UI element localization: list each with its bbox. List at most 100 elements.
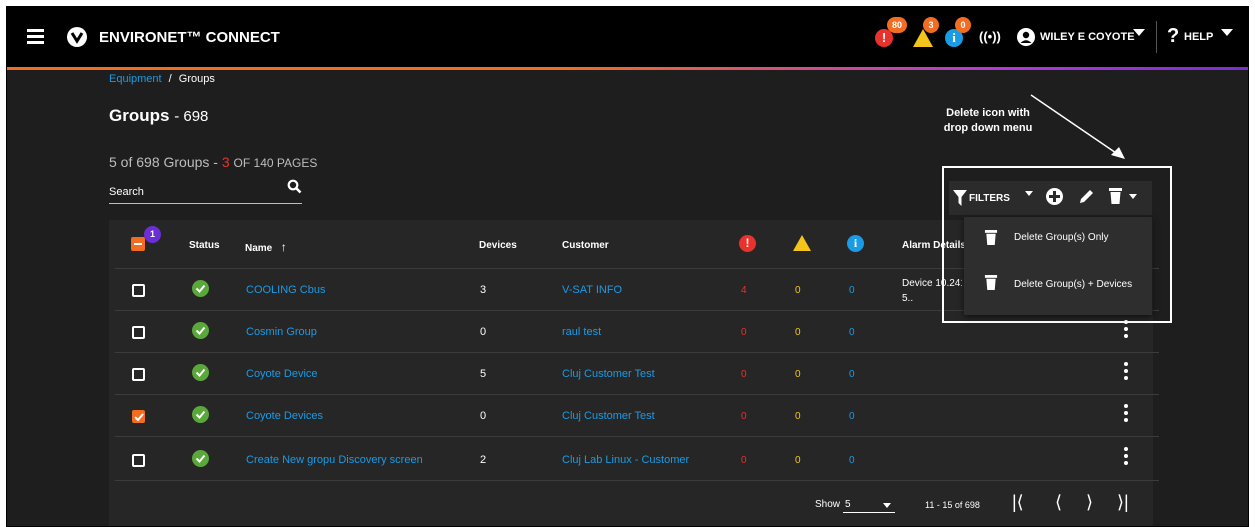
delete-menu-item-groups-and-devices[interactable]: Delete Group(s) + Devices [964, 268, 1152, 308]
help-label[interactable]: HELP [1184, 31, 1213, 43]
row-critical-count[interactable]: 0 [741, 369, 747, 380]
last-page-icon[interactable]: ⟩| [1117, 492, 1129, 513]
row-devices: 3 [480, 284, 487, 296]
filter-icon[interactable] [953, 190, 967, 206]
row-name-link[interactable]: Coyote Device [246, 368, 318, 380]
row-customer-link[interactable]: Cluj Customer Test [562, 368, 655, 380]
row-name-link[interactable]: Cosmin Group [246, 326, 317, 338]
header-devices: Devices [479, 240, 517, 251]
status-ok-icon [192, 450, 209, 467]
pagination-show-label: Show [815, 499, 841, 510]
row-name-link[interactable]: Coyote Devices [246, 410, 323, 422]
row-devices: 0 [480, 410, 487, 422]
row-name-link[interactable]: COOLING Cbus [246, 284, 325, 296]
header-customer: Customer [562, 240, 609, 251]
help-question-icon[interactable]: ? [1167, 25, 1179, 48]
header-name-label: Name [245, 243, 273, 254]
row-customer-link[interactable]: V-SAT INFO [562, 284, 622, 296]
row-divider [115, 352, 1159, 353]
edit-pencil-icon[interactable] [1078, 188, 1095, 205]
next-page-icon[interactable]: ⟩ [1086, 492, 1093, 513]
search-icon[interactable] [287, 179, 302, 194]
selected-count-badge: 1 [144, 226, 161, 243]
row-divider [115, 436, 1159, 437]
user-dropdown-chevron-icon[interactable] [1133, 29, 1145, 36]
add-icon[interactable] [1046, 188, 1063, 205]
row-critical-count[interactable]: 4 [741, 285, 747, 296]
row-checkbox[interactable] [132, 410, 145, 423]
filters-chevron-icon[interactable] [1025, 191, 1033, 196]
page-title-count: - 698 [174, 108, 209, 125]
delete-icon [984, 275, 998, 290]
row-critical-count[interactable]: 0 [741, 327, 747, 338]
vertiv-logo-icon [67, 27, 87, 47]
filters-button[interactable]: FILTERS [969, 193, 1010, 204]
select-all-checkbox[interactable] [131, 237, 145, 251]
delete-icon[interactable] [1108, 187, 1123, 205]
row-info-count[interactable]: 0 [849, 411, 855, 422]
breadcrumb-current: Groups [178, 73, 215, 85]
pagination-range: 11 - 15 of 698 [925, 500, 980, 510]
row-critical-count[interactable]: 0 [741, 411, 747, 422]
row-devices: 2 [480, 454, 487, 466]
help-dropdown-chevron-icon[interactable] [1221, 29, 1233, 36]
user-avatar-icon[interactable] [1017, 28, 1035, 46]
row-checkbox[interactable] [132, 368, 145, 381]
hamburger-menu-icon[interactable] [27, 29, 44, 44]
row-devices: 5 [480, 368, 487, 380]
first-page-icon[interactable]: |⟨ [1012, 492, 1024, 513]
broadcast-icon[interactable]: ((•)) [979, 29, 1001, 44]
row-name-link[interactable]: Create New gropu Discovery screen [246, 454, 423, 466]
breadcrumb-separator: / [168, 73, 172, 85]
info-alert-count-badge: 0 [955, 17, 971, 33]
annotation-arrow [1030, 94, 1125, 159]
header-name[interactable]: Name ↑ [245, 238, 287, 256]
row-warning-count[interactable]: 0 [795, 285, 801, 296]
row-info-count[interactable]: 0 [849, 455, 855, 466]
row-critical-count[interactable]: 0 [741, 455, 747, 466]
user-name[interactable]: WILEY E COYOTE [1040, 31, 1135, 43]
summary-suffix: OF 140 PAGES [233, 156, 318, 170]
page-size-chevron-icon [883, 503, 891, 508]
row-info-count[interactable]: 0 [849, 369, 855, 380]
delete-menu-item-groups-only[interactable]: Delete Group(s) Only [964, 223, 1152, 263]
row-more-icon[interactable] [1124, 362, 1128, 383]
row-checkbox[interactable] [132, 454, 145, 467]
row-customer-link[interactable]: Cluj Customer Test [562, 410, 655, 422]
delete-dropdown-chevron-icon[interactable] [1129, 194, 1137, 199]
row-checkbox[interactable] [132, 326, 145, 339]
page-size-value: 5 [845, 499, 851, 510]
header-status: Status [189, 240, 220, 251]
delete-icon [984, 230, 998, 245]
breadcrumb: Equipment / Groups [109, 73, 215, 85]
row-info-count[interactable]: 0 [849, 285, 855, 296]
row-customer-link[interactable]: raul test [562, 326, 601, 338]
status-ok-icon [192, 364, 209, 381]
breadcrumb-link-equipment[interactable]: Equipment [109, 73, 162, 85]
row-warning-count[interactable]: 0 [795, 455, 801, 466]
row-warning-count[interactable]: 0 [795, 411, 801, 422]
row-customer-link[interactable]: Cluj Lab Linux - Customer [562, 454, 689, 466]
row-info-count[interactable]: 0 [849, 327, 855, 338]
header-warning-icon [793, 235, 811, 251]
page-summary: 5 of 698 Groups - 3 OF 140 PAGES [109, 154, 317, 170]
previous-page-icon[interactable]: ⟨ [1055, 492, 1062, 513]
row-warning-count[interactable]: 0 [795, 369, 801, 380]
search-field[interactable]: Search [109, 179, 302, 204]
delete-menu-item-label: Delete Group(s) Only [1014, 232, 1109, 243]
row-more-icon[interactable] [1124, 320, 1128, 341]
warning-alert-count-badge: 3 [923, 17, 939, 33]
page-size-select[interactable]: 5 [843, 495, 895, 513]
sort-ascending-icon[interactable]: ↑ [281, 240, 287, 254]
header-info-icon: i [847, 235, 864, 252]
row-checkbox[interactable] [132, 284, 145, 297]
critical-alert-count-badge: 80 [887, 17, 907, 33]
search-placeholder: Search [109, 186, 144, 198]
row-devices: 0 [480, 326, 487, 338]
row-warning-count[interactable]: 0 [795, 327, 801, 338]
status-ok-icon [192, 280, 209, 297]
row-divider [115, 394, 1159, 395]
row-more-icon[interactable] [1124, 404, 1128, 425]
header-critical-icon: ! [739, 235, 756, 252]
row-more-icon[interactable] [1124, 447, 1128, 468]
